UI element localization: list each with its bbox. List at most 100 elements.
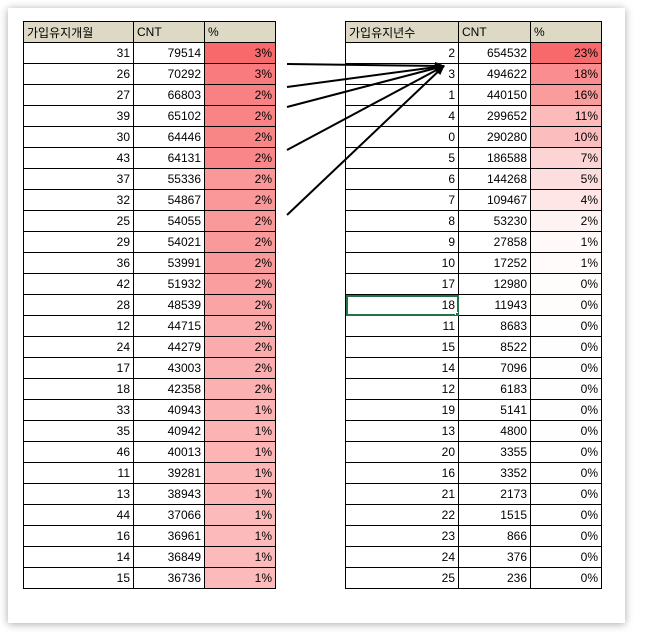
- cell-period[interactable]: 18: [23, 378, 134, 400]
- cell-percent[interactable]: 0%: [530, 378, 602, 400]
- cell-count[interactable]: 44715: [133, 315, 205, 337]
- header-years[interactable]: 가입유지년수: [345, 21, 459, 43]
- cell-percent[interactable]: 2%: [204, 168, 276, 190]
- cell-count[interactable]: 40942: [133, 420, 205, 442]
- cell-percent[interactable]: 0%: [530, 420, 602, 442]
- cell-percent[interactable]: 0%: [530, 546, 602, 568]
- cell-count[interactable]: 12980: [458, 273, 531, 295]
- cell-count[interactable]: 5141: [458, 399, 531, 421]
- cell-percent[interactable]: 1%: [204, 420, 276, 442]
- cell-count[interactable]: 65102: [133, 105, 205, 127]
- cell-count[interactable]: 299652: [458, 105, 531, 127]
- cell-count[interactable]: 440150: [458, 84, 531, 106]
- cell-period[interactable]: 36: [23, 252, 134, 274]
- cell-percent[interactable]: 23%: [530, 42, 602, 64]
- cell-percent[interactable]: 1%: [204, 399, 276, 421]
- cell-percent[interactable]: 10%: [530, 126, 602, 148]
- cell-count[interactable]: 44279: [133, 336, 205, 358]
- cell-count[interactable]: 866: [458, 525, 531, 547]
- cell-percent[interactable]: 2%: [204, 189, 276, 211]
- cell-count[interactable]: 42358: [133, 378, 205, 400]
- cell-count[interactable]: 290280: [458, 126, 531, 148]
- cell-period[interactable]: 31: [23, 42, 134, 64]
- cell-count[interactable]: 43003: [133, 357, 205, 379]
- cell-period[interactable]: 37: [23, 168, 134, 190]
- cell-count[interactable]: 17252: [458, 252, 531, 274]
- header-cnt[interactable]: CNT: [133, 21, 205, 43]
- cell-percent[interactable]: 0%: [530, 483, 602, 505]
- cell-period[interactable]: 18: [345, 294, 459, 316]
- cell-percent[interactable]: 0%: [530, 315, 602, 337]
- cell-period[interactable]: 23: [345, 525, 459, 547]
- cell-count[interactable]: 79514: [133, 42, 205, 64]
- cell-percent[interactable]: 3%: [204, 42, 276, 64]
- fill-handle[interactable]: [455, 312, 458, 315]
- cell-count[interactable]: 53991: [133, 252, 205, 274]
- cell-period[interactable]: 11: [345, 315, 459, 337]
- cell-period[interactable]: 8: [345, 210, 459, 232]
- cell-count[interactable]: 54055: [133, 210, 205, 232]
- cell-period[interactable]: 44: [23, 504, 134, 526]
- cell-count[interactable]: 236: [458, 567, 531, 589]
- cell-count[interactable]: 7096: [458, 357, 531, 379]
- header-months[interactable]: 가입유지개월: [23, 21, 134, 43]
- cell-count[interactable]: 8522: [458, 336, 531, 358]
- cell-count[interactable]: 51932: [133, 273, 205, 295]
- cell-period[interactable]: 46: [23, 441, 134, 463]
- cell-percent[interactable]: 1%: [204, 462, 276, 484]
- cell-percent[interactable]: 2%: [204, 315, 276, 337]
- cell-period[interactable]: 33: [23, 399, 134, 421]
- cell-period[interactable]: 25: [23, 210, 134, 232]
- cell-period[interactable]: 39: [23, 105, 134, 127]
- cell-percent[interactable]: 1%: [204, 567, 276, 589]
- cell-percent[interactable]: 3%: [204, 63, 276, 85]
- cell-count[interactable]: 11943: [458, 294, 531, 316]
- cell-period[interactable]: 20: [345, 441, 459, 463]
- cell-count[interactable]: 64131: [133, 147, 205, 169]
- cell-count[interactable]: 376: [458, 546, 531, 568]
- cell-count[interactable]: 654532: [458, 42, 531, 64]
- cell-percent[interactable]: 2%: [530, 210, 602, 232]
- cell-period[interactable]: 27: [23, 84, 134, 106]
- cell-percent[interactable]: 2%: [204, 231, 276, 253]
- cell-percent[interactable]: 2%: [204, 273, 276, 295]
- cell-count[interactable]: 186588: [458, 147, 531, 169]
- cell-percent[interactable]: 0%: [530, 504, 602, 526]
- cell-percent[interactable]: 0%: [530, 273, 602, 295]
- cell-count[interactable]: 66803: [133, 84, 205, 106]
- cell-percent[interactable]: 1%: [530, 252, 602, 274]
- cell-count[interactable]: 494622: [458, 63, 531, 85]
- header-percent[interactable]: %: [530, 21, 602, 43]
- cell-percent[interactable]: 1%: [204, 441, 276, 463]
- cell-count[interactable]: 37066: [133, 504, 205, 526]
- cell-period[interactable]: 28: [23, 294, 134, 316]
- cell-percent[interactable]: 7%: [530, 147, 602, 169]
- cell-count[interactable]: 64446: [133, 126, 205, 148]
- header-percent[interactable]: %: [204, 21, 276, 43]
- cell-period[interactable]: 3: [345, 63, 459, 85]
- cell-percent[interactable]: 2%: [204, 105, 276, 127]
- cell-period[interactable]: 22: [345, 504, 459, 526]
- cell-count[interactable]: 40013: [133, 441, 205, 463]
- cell-percent[interactable]: 0%: [530, 399, 602, 421]
- cell-count[interactable]: 54867: [133, 189, 205, 211]
- cell-period[interactable]: 9: [345, 231, 459, 253]
- cell-percent[interactable]: 2%: [204, 378, 276, 400]
- cell-count[interactable]: 3355: [458, 441, 531, 463]
- cell-period[interactable]: 15: [23, 567, 134, 589]
- cell-period[interactable]: 12: [345, 378, 459, 400]
- cell-count[interactable]: 39281: [133, 462, 205, 484]
- cell-count[interactable]: 144268: [458, 168, 531, 190]
- cell-percent[interactable]: 2%: [204, 294, 276, 316]
- cell-count[interactable]: 53230: [458, 210, 531, 232]
- header-cnt[interactable]: CNT: [458, 21, 531, 43]
- cell-period[interactable]: 14: [23, 546, 134, 568]
- cell-count[interactable]: 3352: [458, 462, 531, 484]
- cell-count[interactable]: 38943: [133, 483, 205, 505]
- cell-period[interactable]: 24: [23, 336, 134, 358]
- cell-percent[interactable]: 1%: [530, 231, 602, 253]
- cell-period[interactable]: 13: [345, 420, 459, 442]
- cell-count[interactable]: 36849: [133, 546, 205, 568]
- cell-percent[interactable]: 1%: [204, 504, 276, 526]
- cell-count[interactable]: 36961: [133, 525, 205, 547]
